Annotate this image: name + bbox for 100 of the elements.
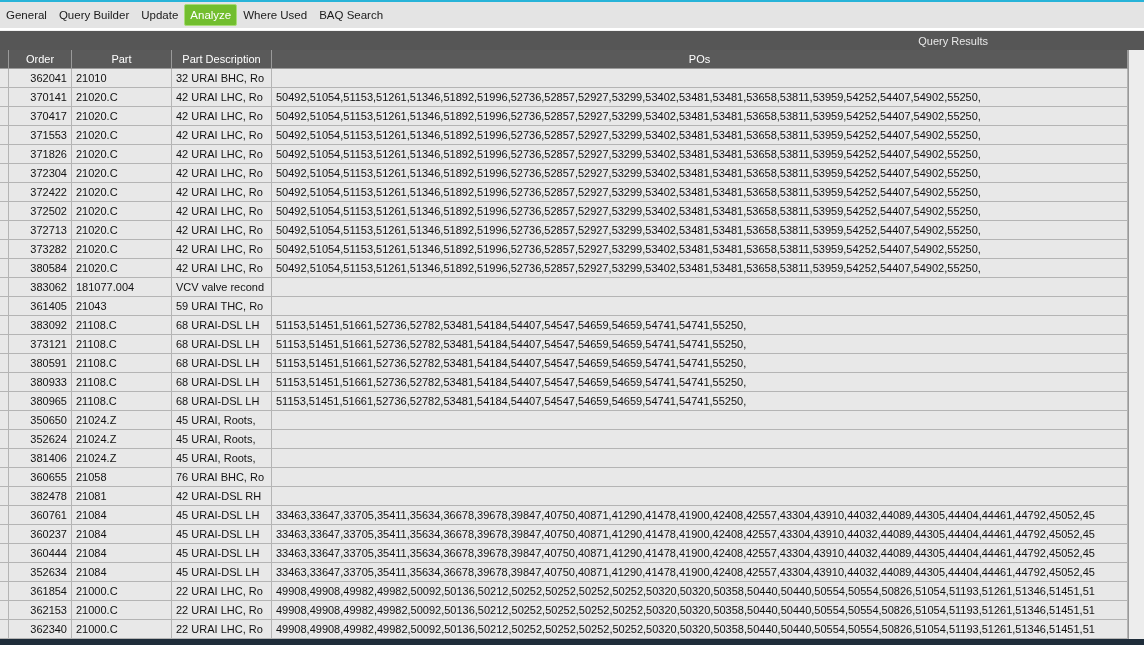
table-cell: 68 URAI-DSL LH bbox=[172, 354, 272, 373]
table-cell: 51153,51451,51661,52736,52782,53481,54184,54407,54547,54659,54659,54741,54741,55250, bbox=[272, 373, 1128, 392]
row-selector[interactable] bbox=[0, 582, 9, 601]
row-selector[interactable] bbox=[0, 259, 9, 278]
table-cell: 51153,51451,51661,52736,52782,53481,54184,54407,54547,54659,54659,54741,54741,55250, bbox=[272, 392, 1128, 411]
row-selector[interactable] bbox=[0, 202, 9, 221]
row-selector[interactable] bbox=[0, 145, 9, 164]
table-cell: 21020.C bbox=[72, 240, 172, 259]
table-cell: 68 URAI-DSL LH bbox=[172, 392, 272, 411]
table-cell: 380591 bbox=[9, 354, 72, 373]
table-cell: 59 URAI THC, Ro bbox=[172, 297, 272, 316]
table-cell: 42 URAI LHC, Ro bbox=[172, 126, 272, 145]
table-cell: 33463,33647,33705,35411,35634,36678,39678,39847,40750,40871,41290,41478,41900,42408,42557,43304,43910,44032,44089,44305,44404,44461,44792,45052,45 bbox=[272, 544, 1128, 563]
table-cell: 350650 bbox=[9, 411, 72, 430]
table-cell: 45 URAI-DSL LH bbox=[172, 506, 272, 525]
table-cell: VCV valve recond bbox=[172, 278, 272, 297]
table-cell: 361854 bbox=[9, 582, 72, 601]
row-selector[interactable] bbox=[0, 430, 9, 449]
table-cell: 380965 bbox=[9, 392, 72, 411]
row-selector[interactable] bbox=[0, 335, 9, 354]
table-cell: 371826 bbox=[9, 145, 72, 164]
row-selector[interactable] bbox=[0, 221, 9, 240]
table-cell: 21020.C bbox=[72, 88, 172, 107]
table-cell: 21020.C bbox=[72, 145, 172, 164]
row-selector[interactable] bbox=[0, 278, 9, 297]
table-cell: 371553 bbox=[9, 126, 72, 145]
table-cell: 372422 bbox=[9, 183, 72, 202]
tab[interactable]: BAQ Search bbox=[313, 4, 390, 26]
row-selector[interactable] bbox=[0, 107, 9, 126]
table-cell: 373282 bbox=[9, 240, 72, 259]
row-selector[interactable] bbox=[0, 525, 9, 544]
table-cell: 33463,33647,33705,35411,35634,36678,39678,39847,40750,40871,41290,41478,41900,42408,42557,43304,43910,44032,44089,44305,44404,44461,44792,45052,45 bbox=[272, 563, 1128, 582]
table-cell: 21010 bbox=[72, 69, 172, 88]
table-cell: 22 URAI LHC, Ro bbox=[172, 582, 272, 601]
row-selector[interactable] bbox=[0, 316, 9, 335]
table-cell: 45 URAI-DSL LH bbox=[172, 544, 272, 563]
table-cell: 21081 bbox=[72, 487, 172, 506]
row-selector[interactable] bbox=[0, 563, 9, 582]
table-cell: 21108.C bbox=[72, 373, 172, 392]
table-cell: 68 URAI-DSL LH bbox=[172, 373, 272, 392]
row-selector[interactable] bbox=[0, 544, 9, 563]
table-cell: 372304 bbox=[9, 164, 72, 183]
table-cell: 45 URAI-DSL LH bbox=[172, 563, 272, 582]
row-selector[interactable] bbox=[0, 620, 9, 639]
table-cell: 21020.C bbox=[72, 183, 172, 202]
row-selector[interactable] bbox=[0, 392, 9, 411]
table-cell: 50492,51054,51153,51261,51346,51892,51996,52736,52857,52927,53299,53402,53481,53481,53658,53811,53959,54252,54407,54902,55250, bbox=[272, 164, 1128, 183]
table-cell: 362153 bbox=[9, 601, 72, 620]
tab[interactable]: General bbox=[0, 4, 53, 26]
table-cell: 21024.Z bbox=[72, 411, 172, 430]
table-cell: 21043 bbox=[72, 297, 172, 316]
table-cell: 21020.C bbox=[72, 202, 172, 221]
table-cell: 50492,51054,51153,51261,51346,51892,51996,52736,52857,52927,53299,53402,53481,53481,53658,53811,53959,54252,54407,54902,55250, bbox=[272, 88, 1128, 107]
row-selector[interactable] bbox=[0, 487, 9, 506]
table-cell: 51153,51451,51661,52736,52782,53481,54184,54407,54547,54659,54659,54741,54741,55250, bbox=[272, 316, 1128, 335]
column-header[interactable]: Part Description bbox=[172, 50, 272, 69]
table-cell: 21084 bbox=[72, 525, 172, 544]
table-cell: 21020.C bbox=[72, 126, 172, 145]
table-cell: 372502 bbox=[9, 202, 72, 221]
table-cell: 181077.004 bbox=[72, 278, 172, 297]
table-cell: 381406 bbox=[9, 449, 72, 468]
row-selector[interactable] bbox=[0, 468, 9, 487]
table-cell: 360655 bbox=[9, 468, 72, 487]
row-selector[interactable] bbox=[0, 411, 9, 430]
row-selector[interactable] bbox=[0, 506, 9, 525]
row-selector[interactable] bbox=[0, 69, 9, 88]
row-selector[interactable] bbox=[0, 183, 9, 202]
table-cell: 370141 bbox=[9, 88, 72, 107]
table-cell: 49908,49908,49982,49982,50092,50136,50212,50252,50252,50252,50252,50320,50320,50358,50440,50440,50554,50554,50826,51054,51193,51261,51346,51451,51 bbox=[272, 601, 1128, 620]
table-cell: 42 URAI LHC, Ro bbox=[172, 88, 272, 107]
row-selector[interactable] bbox=[0, 164, 9, 183]
table-cell: 21024.Z bbox=[72, 430, 172, 449]
row-selector[interactable] bbox=[0, 240, 9, 259]
row-selector[interactable] bbox=[0, 297, 9, 316]
table-cell: 380584 bbox=[9, 259, 72, 278]
column-header[interactable]: Order bbox=[9, 50, 72, 69]
row-selector[interactable] bbox=[0, 373, 9, 392]
table-cell: 383092 bbox=[9, 316, 72, 335]
row-selector[interactable] bbox=[0, 354, 9, 373]
row-selector[interactable] bbox=[0, 88, 9, 107]
table-cell: 45 URAI, Roots, bbox=[172, 449, 272, 468]
table-cell: 50492,51054,51153,51261,51346,51892,51996,52736,52857,52927,53299,53402,53481,53481,53658,53811,53959,54252,54407,54902,55250, bbox=[272, 202, 1128, 221]
table-cell: 42 URAI LHC, Ro bbox=[172, 240, 272, 259]
tab[interactable]: Update bbox=[135, 4, 185, 26]
column-header[interactable]: Part bbox=[72, 50, 172, 69]
tab[interactable]: Query Builder bbox=[52, 4, 136, 26]
row-selector[interactable] bbox=[0, 601, 9, 620]
table-cell: 360237 bbox=[9, 525, 72, 544]
table-cell: 50492,51054,51153,51261,51346,51892,51996,52736,52857,52927,53299,53402,53481,53481,53658,53811,53959,54252,54407,54902,55250, bbox=[272, 145, 1128, 164]
table-cell: 21108.C bbox=[72, 316, 172, 335]
tab[interactable]: Where Used bbox=[237, 4, 314, 26]
table-cell: 76 URAI BHC, Ro bbox=[172, 468, 272, 487]
table-cell: 21000.C bbox=[72, 601, 172, 620]
column-header[interactable]: POs bbox=[272, 50, 1128, 69]
table-cell: 382478 bbox=[9, 487, 72, 506]
table-cell: 370417 bbox=[9, 107, 72, 126]
table-cell: 50492,51054,51153,51261,51346,51892,51996,52736,52857,52927,53299,53402,53481,53481,53658,53811,53959,54252,54407,54902,55250, bbox=[272, 107, 1128, 126]
row-selector[interactable] bbox=[0, 449, 9, 468]
row-selector[interactable] bbox=[0, 126, 9, 145]
table-cell: 68 URAI-DSL LH bbox=[172, 335, 272, 354]
